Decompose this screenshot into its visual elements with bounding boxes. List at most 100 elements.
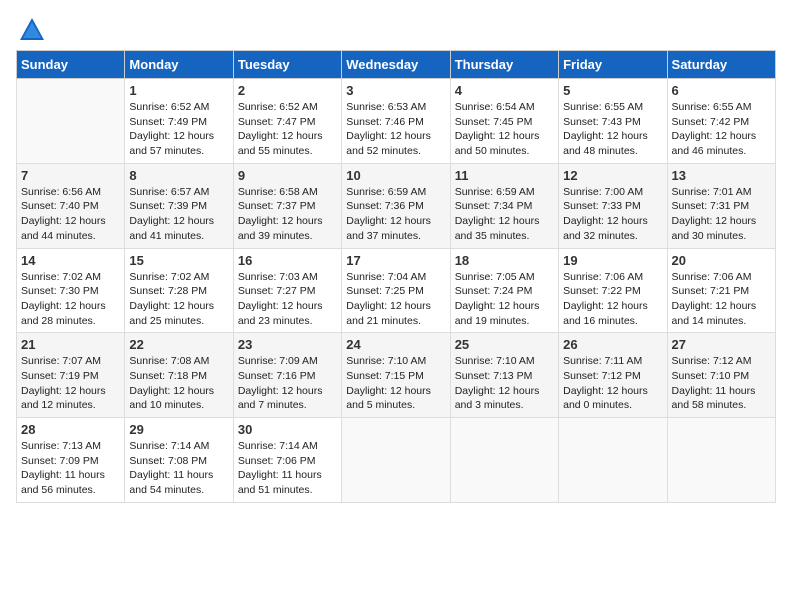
calendar-cell: 9 Sunrise: 6:58 AM Sunset: 7:37 PM Daylig… xyxy=(233,163,341,248)
calendar-cell: 10 Sunrise: 6:59 AM Sunset: 7:36 PM Dayli… xyxy=(342,163,450,248)
day-number: 4 xyxy=(455,83,554,98)
calendar-cell xyxy=(17,79,125,164)
calendar-cell: 29 Sunrise: 7:14 AM Sunset: 7:08 PM Dayli… xyxy=(125,418,233,503)
day-info: Sunrise: 7:00 AM Sunset: 7:33 PM Dayligh… xyxy=(563,185,662,244)
day-number: 1 xyxy=(129,83,228,98)
day-info: Sunrise: 6:58 AM Sunset: 7:37 PM Dayligh… xyxy=(238,185,337,244)
day-number: 18 xyxy=(455,253,554,268)
day-info: Sunrise: 6:57 AM Sunset: 7:39 PM Dayligh… xyxy=(129,185,228,244)
calendar-cell: 25Sunrise: 7:10 AM Sunset: 7:13 PM Dayli… xyxy=(450,333,558,418)
calendar-week-row: 1 Sunrise: 6:52 AM Sunset: 7:49 PM Daylig… xyxy=(17,79,776,164)
day-info: Sunrise: 6:55 AM Sunset: 7:42 PM Dayligh… xyxy=(672,100,771,159)
day-of-week-header: Wednesday xyxy=(342,51,450,79)
calendar-cell: 16 Sunrise: 7:03 AM Sunset: 7:27 PM Dayli… xyxy=(233,248,341,333)
calendar-cell: 17 Sunrise: 7:04 AM Sunset: 7:25 PM Dayli… xyxy=(342,248,450,333)
calendar-cell: 5Sunrise: 6:55 AM Sunset: 7:43 PM Daylig… xyxy=(559,79,667,164)
calendar-week-row: 14Sunrise: 7:02 AM Sunset: 7:30 PM Dayli… xyxy=(17,248,776,333)
day-number: 29 xyxy=(129,422,228,437)
day-info: Sunrise: 7:14 AM Sunset: 7:06 PM Dayligh… xyxy=(238,439,337,498)
calendar-cell: 15 Sunrise: 7:02 AM Sunset: 7:28 PM Dayli… xyxy=(125,248,233,333)
calendar-cell: 22Sunrise: 7:08 AM Sunset: 7:18 PM Dayli… xyxy=(125,333,233,418)
day-info: Sunrise: 7:03 AM Sunset: 7:27 PM Dayligh… xyxy=(238,270,337,329)
day-info: Sunrise: 7:11 AM Sunset: 7:12 PM Dayligh… xyxy=(563,354,662,413)
day-info: Sunrise: 7:14 AM Sunset: 7:08 PM Dayligh… xyxy=(129,439,228,498)
calendar-week-row: 7Sunrise: 6:56 AM Sunset: 7:40 PM Daylig… xyxy=(17,163,776,248)
day-info: Sunrise: 7:06 AM Sunset: 7:21 PM Dayligh… xyxy=(672,270,771,329)
day-of-week-header: Saturday xyxy=(667,51,775,79)
day-info: Sunrise: 6:59 AM Sunset: 7:36 PM Dayligh… xyxy=(346,185,445,244)
day-number: 19 xyxy=(563,253,662,268)
calendar-cell: 2Sunrise: 6:52 AM Sunset: 7:47 PM Daylig… xyxy=(233,79,341,164)
logo-icon xyxy=(18,16,46,44)
day-info: Sunrise: 7:10 AM Sunset: 7:13 PM Dayligh… xyxy=(455,354,554,413)
day-number: 21 xyxy=(21,337,120,352)
day-info: Sunrise: 6:55 AM Sunset: 7:43 PM Dayligh… xyxy=(563,100,662,159)
day-info: Sunrise: 7:07 AM Sunset: 7:19 PM Dayligh… xyxy=(21,354,120,413)
day-info: Sunrise: 7:13 AM Sunset: 7:09 PM Dayligh… xyxy=(21,439,120,498)
day-number: 30 xyxy=(238,422,337,437)
logo xyxy=(16,16,46,40)
day-number: 12 xyxy=(563,168,662,183)
day-number: 14 xyxy=(21,253,120,268)
calendar-cell xyxy=(559,418,667,503)
calendar-cell: 13 Sunrise: 7:01 AM Sunset: 7:31 PM Dayli… xyxy=(667,163,775,248)
day-number: 15 xyxy=(129,253,228,268)
day-of-week-header: Monday xyxy=(125,51,233,79)
calendar-cell xyxy=(342,418,450,503)
day-of-week-header: Tuesday xyxy=(233,51,341,79)
day-info: Sunrise: 6:52 AM Sunset: 7:49 PM Dayligh… xyxy=(129,100,228,159)
day-info: Sunrise: 7:04 AM Sunset: 7:25 PM Dayligh… xyxy=(346,270,445,329)
calendar-cell: 23 Sunrise: 7:09 AM Sunset: 7:16 PM Dayli… xyxy=(233,333,341,418)
calendar-cell: 30 Sunrise: 7:14 AM Sunset: 7:06 PM Dayli… xyxy=(233,418,341,503)
day-number: 7 xyxy=(21,168,120,183)
page-header xyxy=(16,16,776,40)
day-info: Sunrise: 7:09 AM Sunset: 7:16 PM Dayligh… xyxy=(238,354,337,413)
day-number: 27 xyxy=(672,337,771,352)
day-number: 11 xyxy=(455,168,554,183)
day-number: 6 xyxy=(672,83,771,98)
day-of-week-header: Thursday xyxy=(450,51,558,79)
calendar-cell xyxy=(450,418,558,503)
calendar-cell: 19 Sunrise: 7:06 AM Sunset: 7:22 PM Dayli… xyxy=(559,248,667,333)
day-info: Sunrise: 6:52 AM Sunset: 7:47 PM Dayligh… xyxy=(238,100,337,159)
calendar-body: 1 Sunrise: 6:52 AM Sunset: 7:49 PM Daylig… xyxy=(17,79,776,503)
calendar-cell: 18 Sunrise: 7:05 AM Sunset: 7:24 PM Dayli… xyxy=(450,248,558,333)
calendar-header-row: SundayMondayTuesdayWednesdayThursdayFrid… xyxy=(17,51,776,79)
day-info: Sunrise: 7:06 AM Sunset: 7:22 PM Dayligh… xyxy=(563,270,662,329)
day-info: Sunrise: 7:02 AM Sunset: 7:28 PM Dayligh… xyxy=(129,270,228,329)
day-number: 10 xyxy=(346,168,445,183)
calendar-cell: 12 Sunrise: 7:00 AM Sunset: 7:33 PM Dayli… xyxy=(559,163,667,248)
day-number: 9 xyxy=(238,168,337,183)
day-number: 8 xyxy=(129,168,228,183)
calendar-cell: 1 Sunrise: 6:52 AM Sunset: 7:49 PM Daylig… xyxy=(125,79,233,164)
calendar-week-row: 28 Sunrise: 7:13 AM Sunset: 7:09 PM Dayli… xyxy=(17,418,776,503)
day-info: Sunrise: 7:05 AM Sunset: 7:24 PM Dayligh… xyxy=(455,270,554,329)
calendar-cell: 21 Sunrise: 7:07 AM Sunset: 7:19 PM Dayli… xyxy=(17,333,125,418)
day-number: 13 xyxy=(672,168,771,183)
day-number: 17 xyxy=(346,253,445,268)
day-of-week-header: Friday xyxy=(559,51,667,79)
day-number: 22 xyxy=(129,337,228,352)
day-number: 28 xyxy=(21,422,120,437)
calendar-cell: 14Sunrise: 7:02 AM Sunset: 7:30 PM Dayli… xyxy=(17,248,125,333)
calendar-cell: 20Sunrise: 7:06 AM Sunset: 7:21 PM Dayli… xyxy=(667,248,775,333)
calendar-table: SundayMondayTuesdayWednesdayThursdayFrid… xyxy=(16,50,776,503)
calendar-cell: 27 Sunrise: 7:12 AM Sunset: 7:10 PM Dayli… xyxy=(667,333,775,418)
day-info: Sunrise: 7:12 AM Sunset: 7:10 PM Dayligh… xyxy=(672,354,771,413)
day-info: Sunrise: 7:01 AM Sunset: 7:31 PM Dayligh… xyxy=(672,185,771,244)
day-number: 24 xyxy=(346,337,445,352)
calendar-cell: 24 Sunrise: 7:10 AM Sunset: 7:15 PM Dayli… xyxy=(342,333,450,418)
calendar-cell: 8 Sunrise: 6:57 AM Sunset: 7:39 PM Daylig… xyxy=(125,163,233,248)
calendar-cell: 28 Sunrise: 7:13 AM Sunset: 7:09 PM Dayli… xyxy=(17,418,125,503)
calendar-cell: 4 Sunrise: 6:54 AM Sunset: 7:45 PM Daylig… xyxy=(450,79,558,164)
day-number: 16 xyxy=(238,253,337,268)
day-info: Sunrise: 7:10 AM Sunset: 7:15 PM Dayligh… xyxy=(346,354,445,413)
calendar-cell: 7Sunrise: 6:56 AM Sunset: 7:40 PM Daylig… xyxy=(17,163,125,248)
day-info: Sunrise: 6:53 AM Sunset: 7:46 PM Dayligh… xyxy=(346,100,445,159)
day-number: 26 xyxy=(563,337,662,352)
calendar-cell: 6 Sunrise: 6:55 AM Sunset: 7:42 PM Daylig… xyxy=(667,79,775,164)
day-number: 23 xyxy=(238,337,337,352)
calendar-cell: 3Sunrise: 6:53 AM Sunset: 7:46 PM Daylig… xyxy=(342,79,450,164)
day-info: Sunrise: 6:54 AM Sunset: 7:45 PM Dayligh… xyxy=(455,100,554,159)
calendar-cell: 26 Sunrise: 7:11 AM Sunset: 7:12 PM Dayli… xyxy=(559,333,667,418)
